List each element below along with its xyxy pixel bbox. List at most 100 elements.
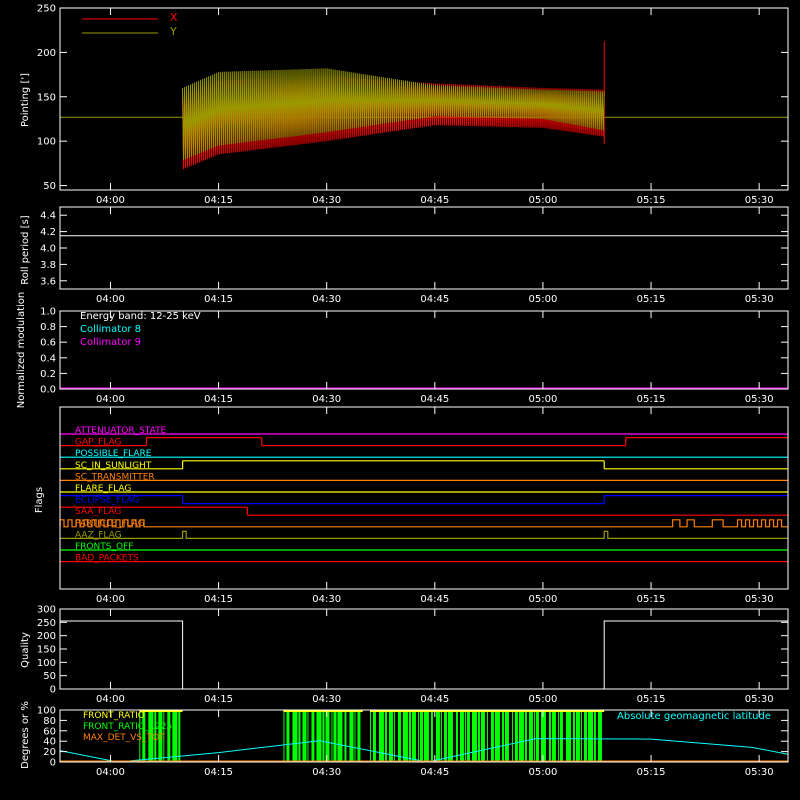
front-ratio-1225-bar xyxy=(302,711,307,762)
flags-xtick-label: 05:15 xyxy=(637,594,666,605)
flags-xtick-label: 04:30 xyxy=(312,594,341,605)
front-ratio-1225-bar xyxy=(447,711,453,762)
front-ratio-1225-bar xyxy=(357,711,361,762)
roll-xtick-label: 04:45 xyxy=(420,294,449,305)
front-ratio-1225-bar xyxy=(298,711,301,762)
front-ratio-1225-bar xyxy=(337,711,343,762)
modulation-ytick-label: 0.4 xyxy=(40,353,56,364)
roll-xtick-label: 05:30 xyxy=(745,294,774,305)
front-ratio-1225-bar xyxy=(511,711,513,762)
front-ratio-1225-bar xyxy=(316,711,322,762)
pointing-ytick-label: 50 xyxy=(43,181,56,192)
front-ratio-1225-bar xyxy=(369,711,371,762)
front-ratio-1225-bar xyxy=(583,711,587,762)
modulation-xtick-label: 04:45 xyxy=(420,394,449,405)
quality-ylabel: Quality xyxy=(20,632,31,668)
modulation-ytick-label: 0.6 xyxy=(40,338,56,349)
ratios-xtick-label: 04:00 xyxy=(96,767,125,778)
quality-xtick-label: 04:00 xyxy=(96,694,125,705)
ratios-ytick-label: 0 xyxy=(50,758,56,769)
roll-xtick-label: 04:00 xyxy=(96,294,125,305)
front-ratio-1225-bar xyxy=(593,711,596,762)
quality-yaxis-label: Quality xyxy=(20,632,31,668)
front-ratio-1225-bar xyxy=(325,711,330,762)
front-ratio-1225-bar xyxy=(486,711,488,762)
roll-ytick-label: 4.0 xyxy=(40,244,56,255)
pointing-xtick-label: 04:00 xyxy=(96,195,125,206)
pointing-xtick-label: 04:30 xyxy=(312,195,341,206)
pointing-ytick-label: 150 xyxy=(37,92,56,103)
ratios-yaxis-label: Degrees or % xyxy=(20,701,31,769)
front-ratio-1225-bar xyxy=(540,711,546,762)
front-ratio-1225-bar xyxy=(419,711,423,762)
ratios-xtick-label: 04:30 xyxy=(312,767,341,778)
front-ratio-1225-bar xyxy=(597,711,602,762)
pointing-xtick-label: 04:45 xyxy=(420,195,449,206)
ratios-xtick-label: 04:45 xyxy=(420,767,449,778)
quality-ytick-label: 250 xyxy=(37,618,56,629)
ratios-xtick-label: 05:00 xyxy=(529,767,558,778)
ratios-ytick-label: 80 xyxy=(43,716,56,727)
front-ratio-1225-bar xyxy=(490,711,494,762)
roll-ytick-label: 3.8 xyxy=(40,260,56,271)
front-ratio-1225-bar xyxy=(535,711,539,762)
roll-xtick-label: 04:30 xyxy=(312,294,341,305)
front-ratio-1225-bar xyxy=(524,711,527,762)
modulation-xtick-label: 05:15 xyxy=(637,394,666,405)
front-ratio-1225-bar xyxy=(408,711,411,762)
front-ratio-1225-bar xyxy=(477,711,480,762)
front-ratio-1225-bar xyxy=(283,711,285,762)
roll-ytick-label: 4.2 xyxy=(40,227,56,238)
legend-x-label: X xyxy=(170,11,178,24)
front-ratio-1225-bar xyxy=(311,711,315,762)
front-ratio-1225-bar xyxy=(286,711,290,762)
quality-ytick-label: 300 xyxy=(37,605,56,616)
roll-xtick-label: 04:15 xyxy=(204,294,233,305)
front-ratio-1225-bar xyxy=(322,711,325,762)
ratios-ylabel: Degrees or % xyxy=(20,701,31,769)
front-ratio-1225-bar xyxy=(514,711,518,762)
front-ratio-1225-bar xyxy=(575,711,580,762)
quality-ytick-label: 150 xyxy=(37,645,56,656)
roll-ytick-label: 3.6 xyxy=(40,276,56,287)
front-ratio-1225-bar xyxy=(430,711,433,762)
front-ratio-1225-bar xyxy=(372,711,376,762)
ratios-ytick-label: 40 xyxy=(43,737,56,748)
front-ratio-1225-bar xyxy=(559,711,563,762)
front-ratio-1225-bar xyxy=(397,711,401,762)
pointing-ylabel: Pointing ['] xyxy=(20,73,31,127)
front-ratio-1225-bar xyxy=(480,711,485,762)
front-ratio-1225-bar xyxy=(417,711,419,762)
front-ratio-1225-bar xyxy=(443,711,447,762)
front-ratio-1225-bar xyxy=(504,711,509,762)
roll-ylabel: Roll period [s] xyxy=(20,215,31,284)
ratios-xtick-label: 05:15 xyxy=(637,767,666,778)
modulation-ytick-label: 0.2 xyxy=(40,369,56,380)
front-ratio-1225-bar xyxy=(528,711,533,762)
front-ratio-1225-bar xyxy=(580,711,582,762)
front-ratio-1225-bar xyxy=(172,711,178,762)
modulation-ytick-label: 1.0 xyxy=(40,307,56,318)
front-ratio-1225-bar xyxy=(548,711,551,762)
front-ratio-1225-bar xyxy=(572,711,575,762)
ratios-legend-max-det-vs-tot: MAX_DET_VS_TOT xyxy=(83,733,165,743)
front-ratio-1225-bar xyxy=(440,711,442,762)
modulation-xtick-label: 05:00 xyxy=(529,394,558,405)
ratios-xtick-label: 04:15 xyxy=(204,767,233,778)
modulation-xtick-label: 05:30 xyxy=(745,394,774,405)
front-ratio-1225-bar xyxy=(471,711,477,762)
collimator-9-annotation: Collimator 9 xyxy=(80,337,141,348)
flag-label: ECLIPSE_FLAG xyxy=(75,496,139,506)
flags-xtick-label: 04:45 xyxy=(420,594,449,605)
front-ratio-1225-bar xyxy=(344,711,347,762)
energy-band-annotation: Energy band: 12-25 keV xyxy=(80,311,201,322)
front-ratio-1225-bar xyxy=(349,711,354,762)
pointing-xtick-label: 04:15 xyxy=(204,195,233,206)
front-ratio-1225-bar xyxy=(565,711,571,762)
modulation-yaxis-label: Normalized modulation xyxy=(16,292,27,409)
ratios-ytick-label: 20 xyxy=(43,747,56,758)
front-ratio-1225-bar xyxy=(466,711,470,762)
ratios-ytick-label: 60 xyxy=(43,726,56,737)
geomagnetic-latitude-annotation: Absolute geomagnetic latitude xyxy=(617,711,771,722)
roll-yaxis-label: Roll period [s] xyxy=(20,215,31,284)
